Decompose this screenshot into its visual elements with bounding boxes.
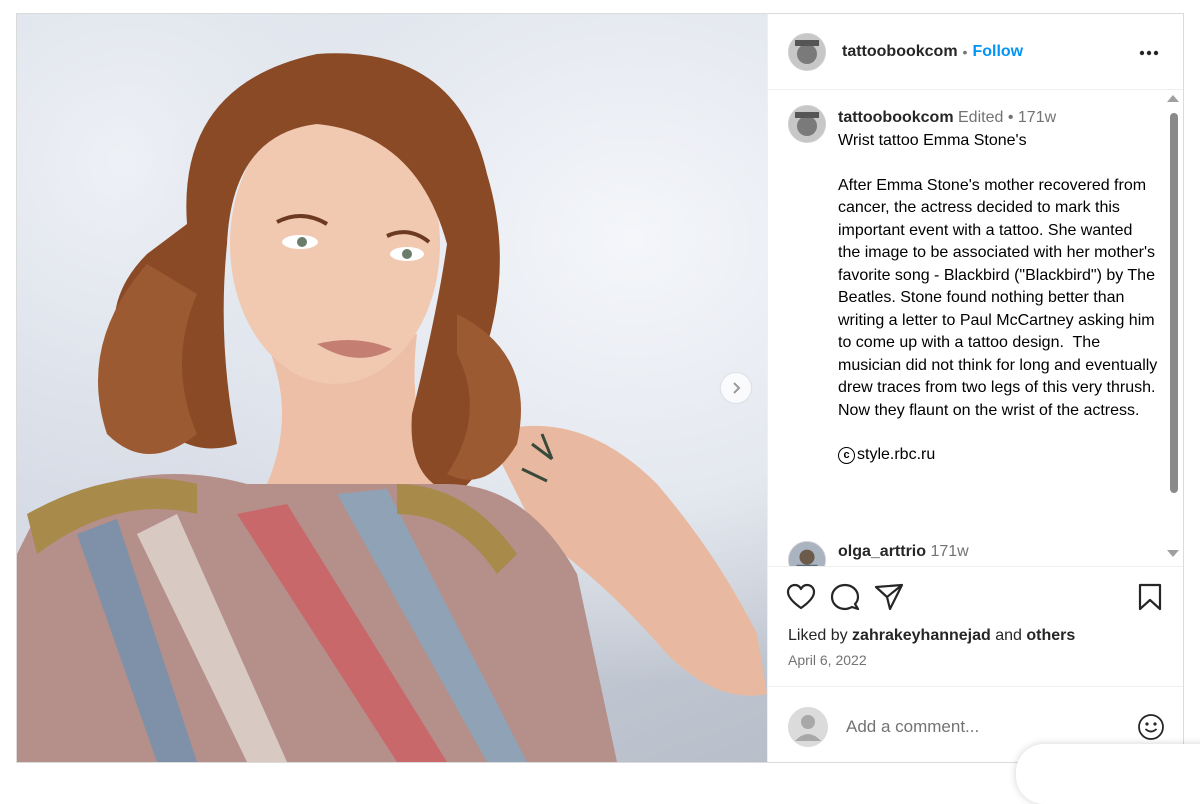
more-horizontal-icon	[1139, 50, 1159, 56]
caption-avatar[interactable]	[788, 105, 826, 143]
liker-username[interactable]: zahrakeyhannejad	[852, 627, 991, 644]
likes-summary: Liked by zahrakeyhannejad and others	[788, 627, 1075, 645]
photo-illustration	[17, 53, 767, 762]
comments-scrollbar[interactable]	[1167, 90, 1183, 566]
post-date[interactable]: April 6, 2022	[788, 652, 867, 668]
author-username[interactable]: tattoobookcom	[842, 43, 958, 61]
commenter-username[interactable]: olga_arttrio	[838, 543, 926, 560]
heart-icon	[786, 583, 816, 610]
scroll-thumb[interactable]	[1170, 113, 1178, 493]
share-button[interactable]	[874, 583, 904, 616]
comment-time[interactable]: 171w	[930, 543, 968, 560]
post-header: tattoobookcom • Follow	[768, 14, 1183, 90]
scroll-up-arrow[interactable]	[1167, 95, 1179, 102]
likes-conjunction: and	[995, 627, 1022, 644]
emoji-icon	[1138, 714, 1164, 740]
post-photo[interactable]	[17, 14, 767, 762]
action-bar	[786, 583, 904, 616]
commenter-avatar-image	[789, 542, 825, 566]
commenter-avatar[interactable]	[788, 541, 826, 566]
save-button[interactable]	[1137, 583, 1163, 616]
follow-button[interactable]: Follow	[972, 43, 1023, 61]
caption-separator: •	[1007, 109, 1014, 126]
comment-input[interactable]	[844, 711, 1108, 743]
messages-bubble[interactable]	[1016, 744, 1200, 804]
separator-dot: •	[962, 43, 968, 60]
post-actions-area: Liked by zahrakeyhannejad and others Apr…	[768, 566, 1183, 686]
likes-prefix: Liked by	[788, 627, 848, 644]
caption-avatar-image	[789, 106, 825, 142]
next-photo-button[interactable]	[721, 373, 751, 403]
scroll-down-arrow[interactable]	[1167, 550, 1179, 557]
author-avatar-image	[789, 33, 825, 70]
current-user-avatar[interactable]	[788, 707, 828, 747]
caption-credit: c style.rbc.ru	[838, 444, 1158, 467]
caption-text: Wrist tattoo Emma Stone's After Emma Sto…	[838, 131, 1158, 419]
like-button[interactable]	[786, 583, 816, 616]
send-icon	[874, 583, 904, 611]
more-options-button[interactable]	[1139, 40, 1159, 61]
emoji-button[interactable]	[1137, 713, 1165, 746]
author-avatar[interactable]	[788, 32, 826, 71]
comments-section: tattoobookcom Edited • 171w Wrist tattoo…	[768, 90, 1183, 566]
comment-item: olga_arttrio 171w	[788, 541, 1148, 566]
likes-others-link[interactable]: others	[1026, 627, 1075, 644]
caption-username[interactable]: tattoobookcom	[838, 109, 954, 126]
caption-header: tattoobookcom Edited • 171w	[838, 107, 1158, 130]
comment-button[interactable]	[830, 583, 860, 616]
edited-label: Edited	[958, 109, 1004, 126]
post-side-panel: tattoobookcom • Follow tattoobookcom Edi…	[767, 14, 1183, 762]
comment-header: olga_arttrio 171w	[838, 543, 969, 561]
comment-icon	[830, 583, 860, 611]
copyright-icon: c	[838, 446, 855, 464]
credit-source: style.rbc.ru	[857, 446, 936, 463]
caption-time[interactable]: 171w	[1018, 109, 1056, 126]
caption-body: tattoobookcom Edited • 171w Wrist tattoo…	[838, 107, 1158, 467]
bookmark-icon	[1138, 583, 1162, 611]
chevron-right-icon	[733, 382, 741, 394]
post-dialog: tattoobookcom • Follow tattoobookcom Edi…	[16, 13, 1184, 763]
default-avatar-icon	[788, 707, 828, 747]
